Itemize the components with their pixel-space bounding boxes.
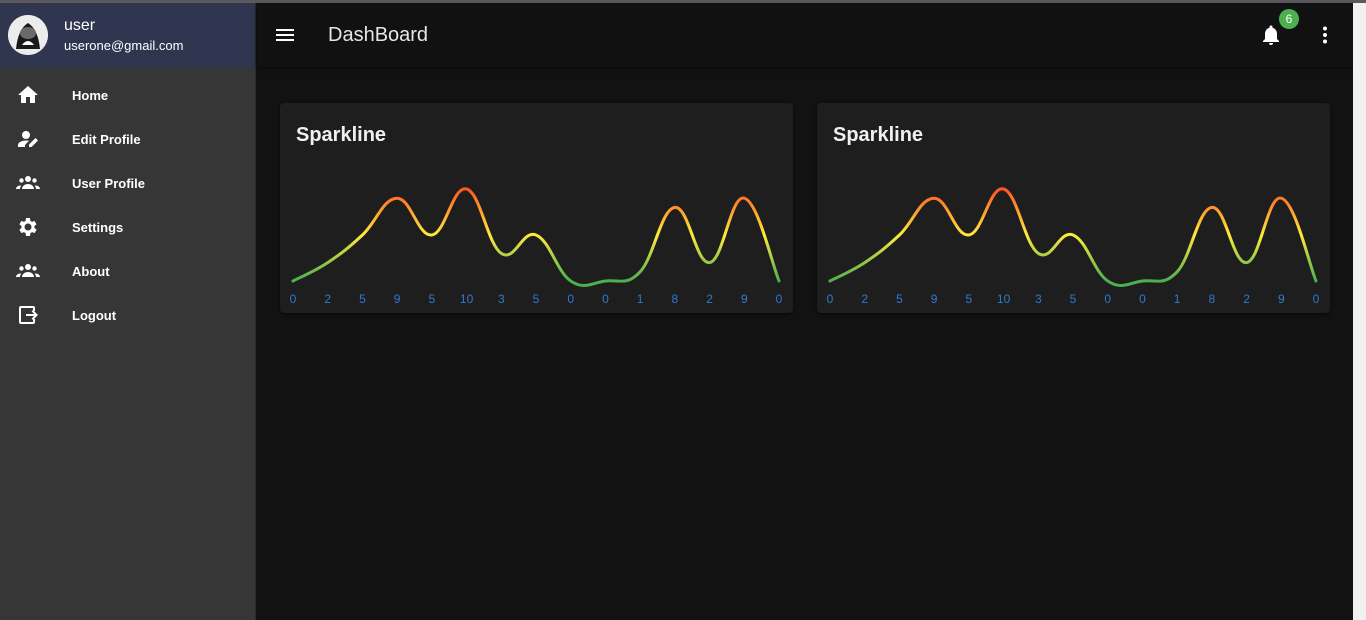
notifications-button[interactable]: 6 [1259,9,1299,47]
app-bar: DashBoard 6 [257,3,1353,67]
hamburger-menu-icon [276,29,294,41]
sidebar-item-edit-profile[interactable]: Edit Profile [0,117,255,161]
sidebar-item-settings[interactable]: Settings [0,205,255,249]
avatar[interactable] [8,15,48,55]
user-avatar-icon [8,15,48,55]
sparkline-series-line [828,187,1318,288]
sparkline-tick-label: 0 [1139,292,1146,306]
sidebar-item-home[interactable]: Home [0,73,255,117]
sparkline-tick-label: 0 [827,292,834,306]
sparkline-tick-label: 3 [1035,292,1042,306]
sparkline-tick-label: 2 [324,292,331,306]
sparkline-chart: 0 2 5 9 5 10 3 5 0 0 1 8 2 9 0 [290,187,783,306]
sidebar-item-label: Home [72,87,109,103]
edit-person-icon [16,127,40,151]
sparkline-tick-label: 3 [498,292,505,306]
sparkline-tick-label: 10 [460,292,474,306]
sparkline-tick-label: 5 [533,292,540,306]
sparkline-tick-label: 0 [602,292,609,306]
sidebar-item-user-profile[interactable]: User Profile [0,161,255,205]
logout-icon [16,303,40,327]
sidebar-item-label: Logout [72,307,117,323]
page-title: DashBoard [328,23,429,46]
sparkline-tick-label: 0 [567,292,574,306]
sidebar-item-label: Settings [72,219,124,235]
sparkline-card: Sparkline 0 2 5 9 5 10 3 5 0 0 1 8 2 9 0 [280,103,793,313]
sparkline-tick-label: 2 [706,292,713,306]
sparkline-tick-label: 5 [1070,292,1077,306]
sparkline-tick-label: 5 [896,292,903,306]
sidebar-item-label: Edit Profile [72,131,141,147]
profile-name: user [64,16,96,34]
more-options-button[interactable] [1313,23,1337,47]
sparkline-tick-label: 1 [637,292,644,306]
sidebar-item-logout[interactable]: Logout [0,293,255,337]
home-icon [16,83,40,107]
profile-email: userone@gmail.com [64,37,184,53]
menu-button[interactable] [273,23,297,47]
sparkline-card: Sparkline 0 2 5 9 5 10 3 5 0 0 1 8 2 9 0 [817,103,1330,313]
sparkline-tick-label: 0 [1313,292,1320,306]
sparkline-tick-label: 9 [741,292,748,306]
more-vert-icon [1323,26,1327,44]
scrollbar[interactable] [1353,3,1366,620]
sparkline-tick-label: 9 [1278,292,1285,306]
sparkline-tick-label: 10 [997,292,1011,306]
bell-icon [1263,25,1279,45]
sidebar-item-label: About [72,263,110,279]
sparkline-tick-label: 0 [776,292,783,306]
people-icon [16,259,40,283]
sparkline-tick-label: 5 [966,292,973,306]
sidebar-nav: Home Edit Profile User Profile Settings … [0,67,255,337]
sparkline-tick-label: 5 [359,292,366,306]
sparkline-series-line [291,187,781,288]
notification-badge: 6 [1279,9,1299,29]
sparkline-tick-label: 0 [1104,292,1111,306]
profile-header: user userone@gmail.com [0,3,255,67]
sidebar: user userone@gmail.com Home Edit Profile… [0,3,256,620]
sparkline-tick-label: 2 [861,292,868,306]
sparkline-tick-label: 8 [672,292,679,306]
gear-icon [16,215,40,239]
sparkline-tick-label: 1 [1174,292,1181,306]
people-icon [16,171,40,195]
sparkline-tick-label: 9 [931,292,938,306]
sparkline-tick-label: 5 [429,292,436,306]
sidebar-item-about[interactable]: About [0,249,255,293]
sparkline-chart: 0 2 5 9 5 10 3 5 0 0 1 8 2 9 0 [827,187,1320,306]
sparkline-tick-label: 8 [1209,292,1216,306]
sparkline-tick-label: 2 [1243,292,1250,306]
sparkline-tick-label: 9 [394,292,401,306]
sparkline-tick-label: 0 [290,292,297,306]
sidebar-item-label: User Profile [72,175,145,191]
